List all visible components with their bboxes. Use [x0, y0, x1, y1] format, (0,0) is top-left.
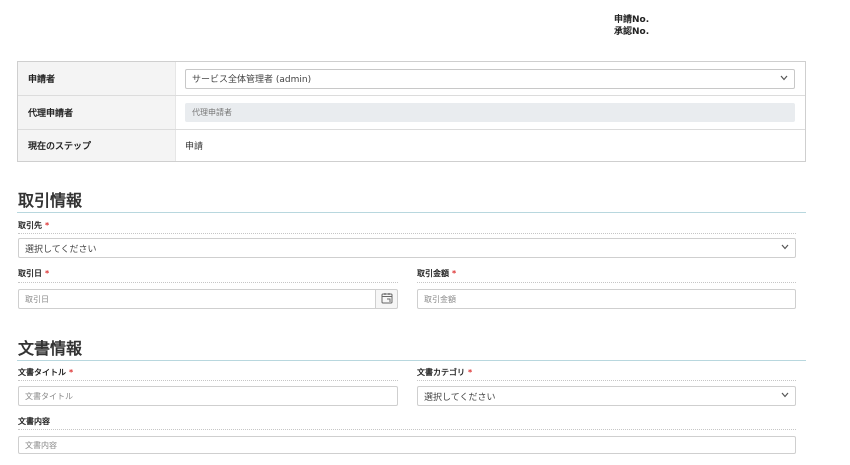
transaction-amount-input[interactable]: 取引金額 [417, 289, 796, 309]
partner-select-value: 選択してください [25, 244, 97, 255]
calendar-button[interactable] [376, 289, 398, 309]
required-mark: * [45, 269, 50, 278]
label-underline [18, 282, 398, 283]
current-step-row: 現在のステップ 申請 [18, 130, 805, 161]
application-numbers: 申請No. 承認No. [614, 14, 649, 38]
applicant-row: 申請者 サービス全体管理者 (admin) [18, 62, 805, 96]
partner-select[interactable]: 選択してください [18, 238, 796, 258]
current-step-label: 現在のステップ [18, 130, 176, 161]
document-section-title: 文書情報 [18, 339, 83, 358]
section-divider [17, 212, 806, 213]
applicant-select-value: サービス全体管理者 (admin) [192, 75, 312, 85]
transaction-date-label: 取引日 * [18, 269, 50, 278]
document-category-label: 文書カテゴリ * [417, 368, 473, 377]
document-title-label: 文書タイトル * [18, 368, 74, 377]
label-underline [18, 233, 796, 234]
transaction-section-title: 取引情報 [18, 191, 83, 210]
chevron-down-icon [781, 243, 789, 253]
required-mark: * [45, 221, 50, 230]
partner-label: 取引先 * [18, 221, 50, 230]
document-title-input[interactable]: 文書タイトル [18, 386, 398, 406]
current-step-value: 申請 [185, 142, 204, 152]
proxy-applicant-label: 代理申請者 [18, 96, 176, 129]
applicant-info-table: 申請者 サービス全体管理者 (admin) 代理申請者 代理申請者 現在のステッ… [17, 61, 806, 162]
transaction-date-input[interactable]: 取引日 [18, 289, 376, 309]
applicant-select[interactable]: サービス全体管理者 (admin) [185, 68, 795, 89]
chevron-down-icon [780, 74, 788, 84]
document-category-value: 選択してください [424, 392, 496, 403]
document-category-select[interactable]: 選択してください [417, 386, 796, 406]
document-content-textarea[interactable]: 文書内容 [18, 436, 796, 454]
document-content-label: 文書内容 [18, 417, 50, 426]
required-mark: * [69, 368, 74, 377]
approval-no-label: 承認No. [614, 27, 650, 37]
calendar-icon [381, 292, 393, 307]
required-mark: * [468, 368, 473, 377]
label-underline [18, 380, 398, 381]
section-divider [17, 360, 806, 361]
label-underline [417, 282, 796, 283]
transaction-amount-label: 取引金額 * [417, 269, 457, 278]
label-underline [417, 380, 796, 381]
application-no-label: 申請No. [614, 15, 650, 25]
label-underline [18, 429, 796, 430]
applicant-label: 申請者 [18, 62, 176, 95]
proxy-applicant-row: 代理申請者 代理申請者 [18, 96, 805, 130]
required-mark: * [452, 269, 457, 278]
chevron-down-icon [781, 391, 789, 401]
proxy-applicant-field: 代理申請者 [185, 103, 795, 122]
